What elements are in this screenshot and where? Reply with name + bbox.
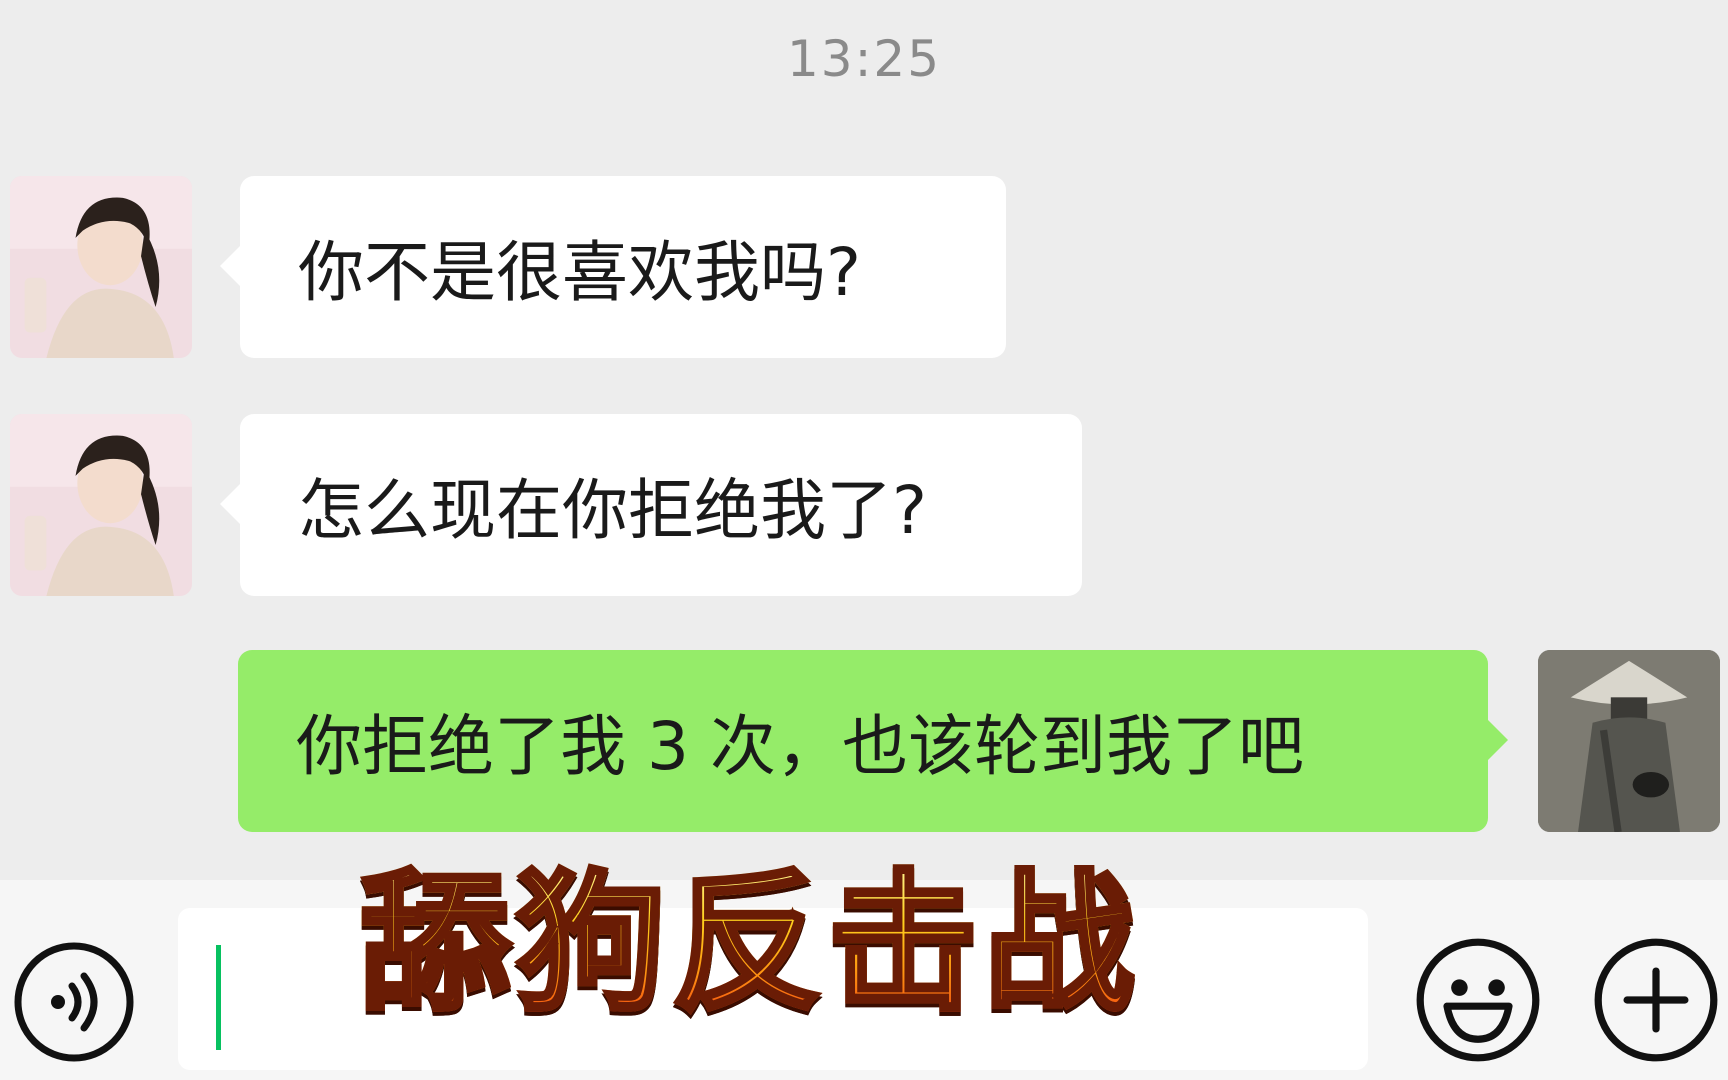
add-icon[interactable] [1592,936,1720,1064]
message-text: 你拒绝了我 3 次，也该轮到我了吧 [296,708,1304,785]
overlay-title: 舔狗反击战 [357,857,1141,1031]
contact-avatar[interactable] [10,414,192,596]
incoming-message-bubble[interactable]: 你不是很喜欢我吗? [220,176,1006,358]
my-avatar[interactable] [1538,650,1720,832]
message-text: 怎么现在你拒绝我了? [298,472,928,549]
message-text: 你不是很喜欢我吗? [298,234,862,311]
voice-icon[interactable] [12,940,136,1064]
text-caret [216,945,221,1050]
incoming-message-bubble[interactable]: 怎么现在你拒绝我了? [220,414,1082,596]
outgoing-message-bubble[interactable]: 你拒绝了我 3 次，也该轮到我了吧 [238,650,1508,832]
message-timestamp: 13:25 [786,30,942,88]
contact-avatar[interactable] [10,176,192,358]
emoji-icon[interactable] [1414,936,1542,1064]
